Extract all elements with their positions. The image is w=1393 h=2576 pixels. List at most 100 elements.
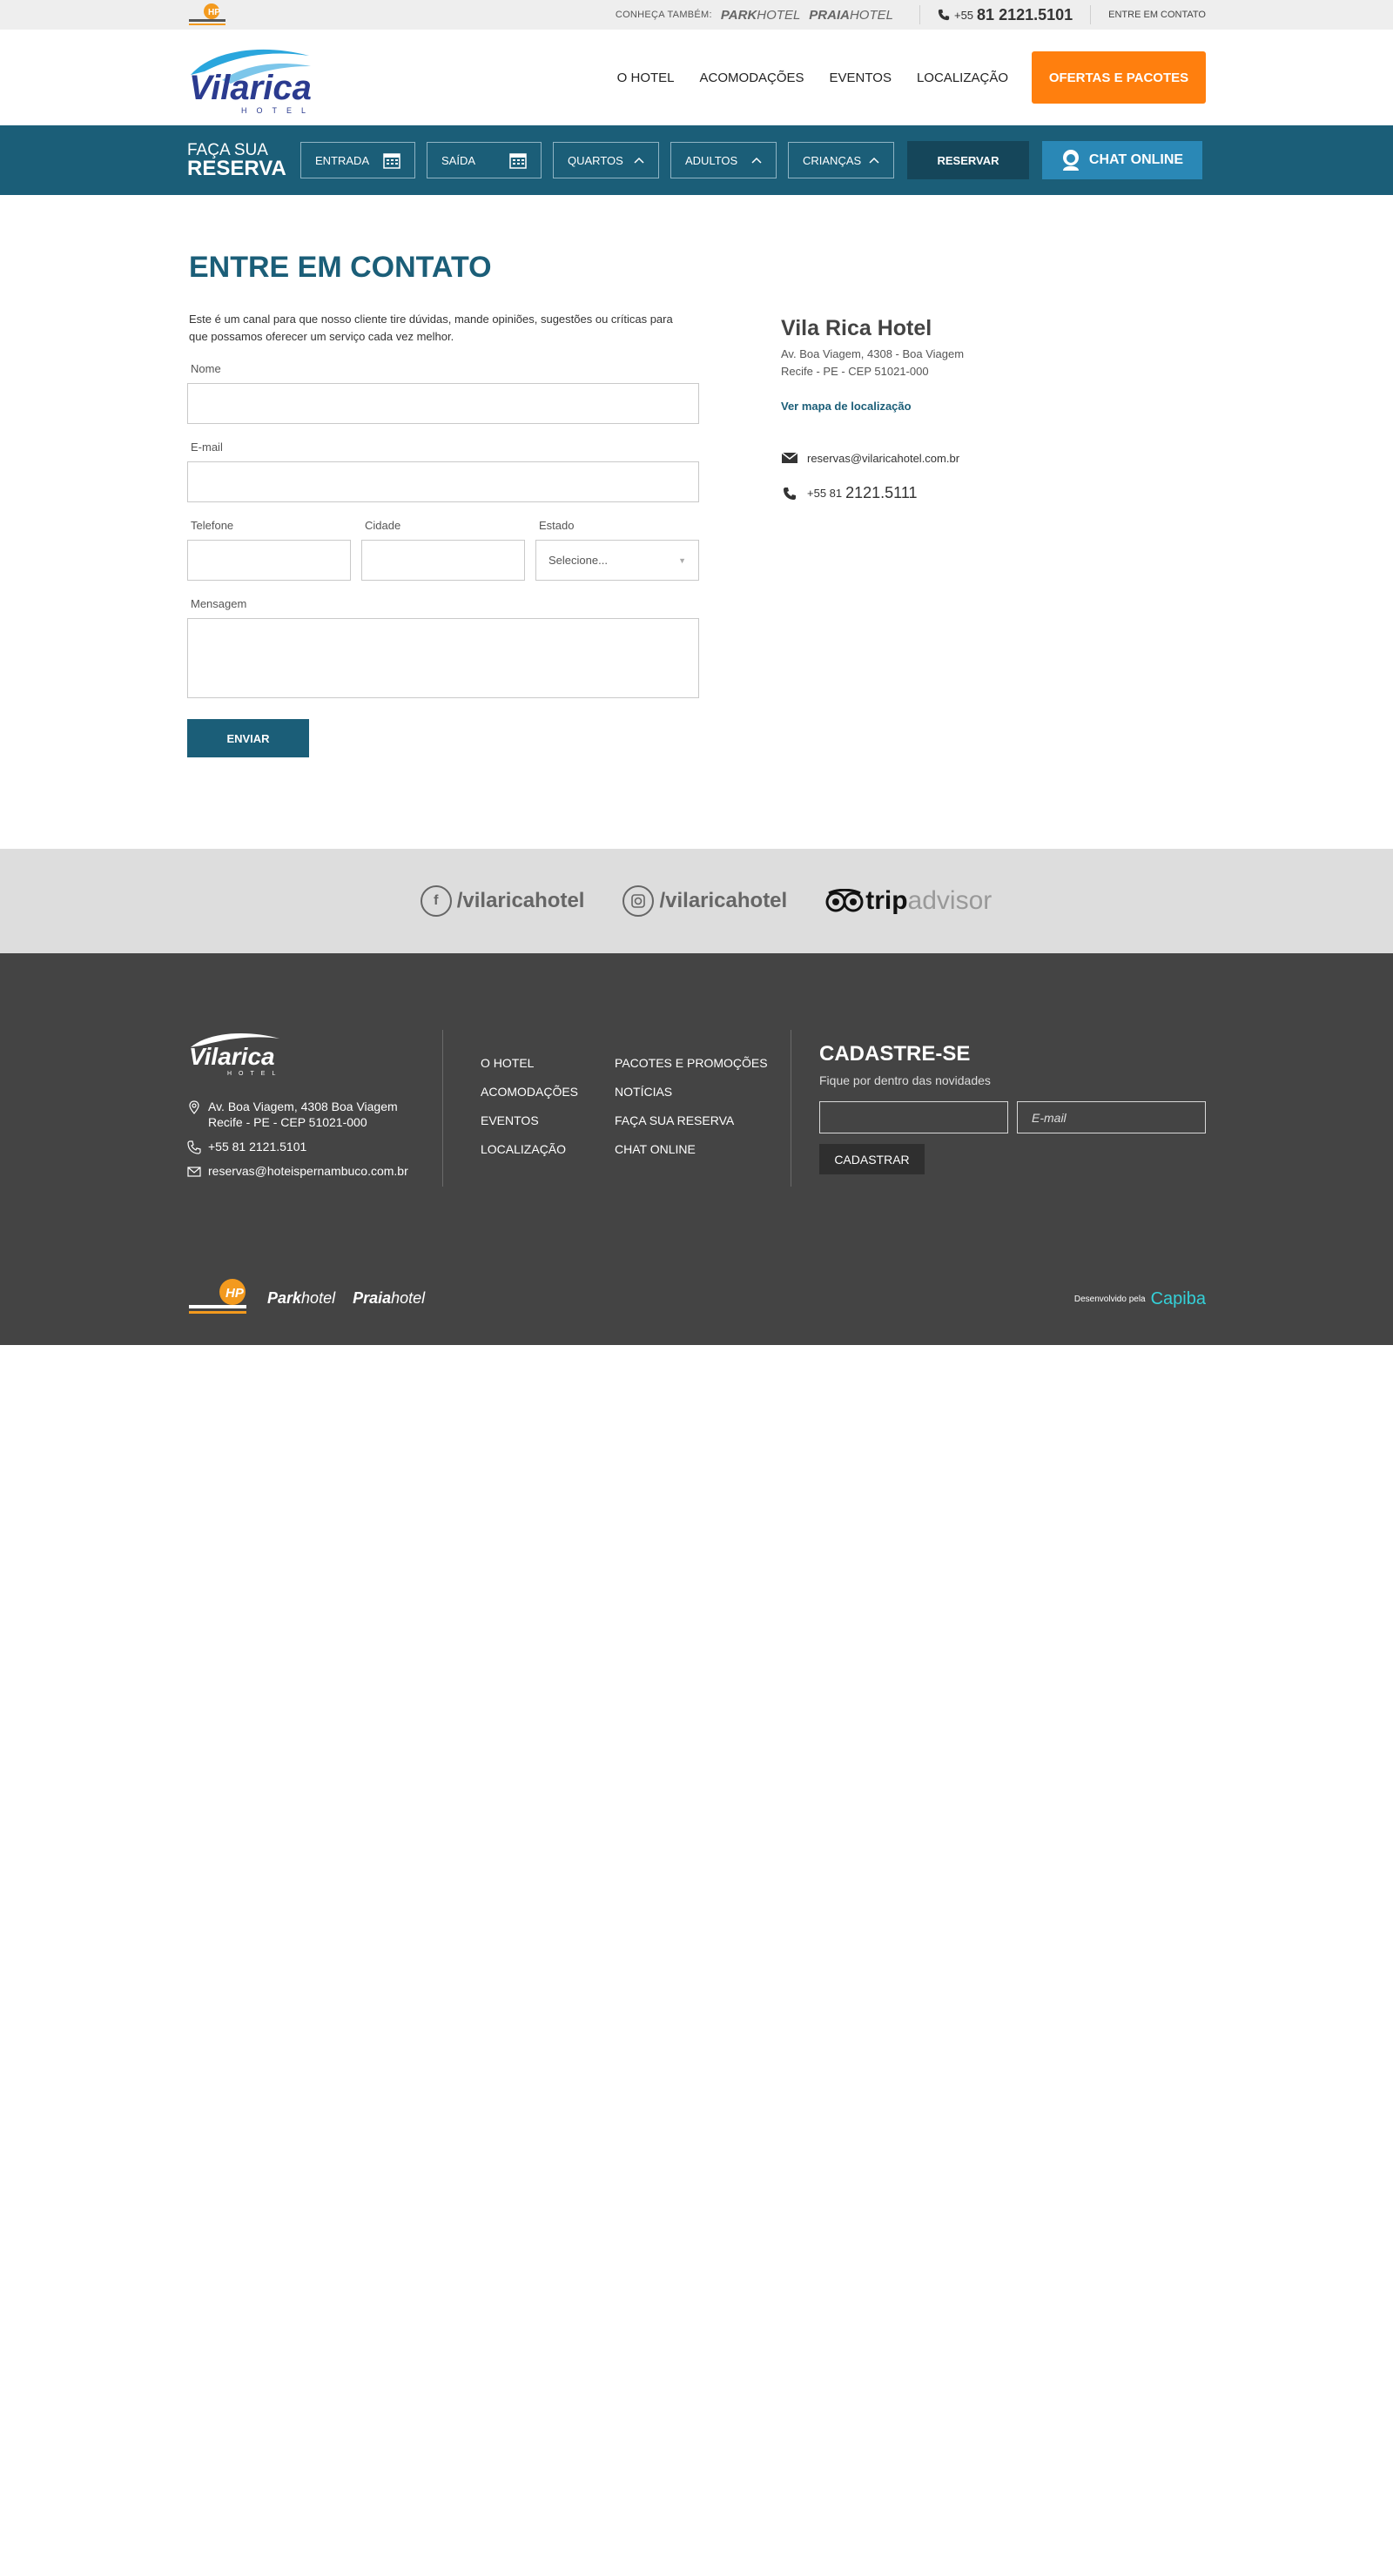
svg-text:HP: HP xyxy=(225,1286,245,1301)
conheca-label: CONHEÇA TAMBÉM: xyxy=(615,10,712,20)
newsletter-subtitle: Fique por dentro das novidades xyxy=(819,1073,991,1087)
hotel-phone-prefix: +55 81 xyxy=(807,487,843,500)
message-field[interactable] xyxy=(187,618,699,698)
footer-link-acomodacoes[interactable]: ACOMODAÇÕES xyxy=(481,1085,578,1113)
reservar-button[interactable]: RESERVAR xyxy=(907,141,1029,179)
message-label: Mensagem xyxy=(191,597,247,610)
vilarica-logo[interactable]: Vilarica HOTEL xyxy=(187,40,313,115)
hotel-address-line2: Recife - PE - CEP 51021-000 xyxy=(781,365,929,378)
footer-link-o-hotel[interactable]: O HOTEL xyxy=(481,1056,578,1085)
phone-label: Telefone xyxy=(191,519,234,532)
footer-praiahotel-logo[interactable]: Praiahotel xyxy=(353,1289,425,1308)
footer-partner-logos: HP Parkhotel Praiahotel xyxy=(187,1277,442,1320)
newsletter-email-field[interactable]: E-mail xyxy=(1017,1101,1206,1133)
chevron-up-icon xyxy=(634,157,644,164)
developer-credit[interactable]: Desenvolvido pela Capiba xyxy=(1074,1289,1206,1309)
chat-online-label: CHAT ONLINE xyxy=(1088,152,1184,167)
footer-parkhotel-logo[interactable]: Parkhotel xyxy=(267,1289,335,1308)
adults-select[interactable]: ADULTOS xyxy=(670,142,777,178)
footer-address: Av. Boa Viagem, 4308 Boa Viagem Recife -… xyxy=(187,1099,408,1130)
footer-link-eventos[interactable]: EVENTOS xyxy=(481,1113,578,1142)
email-label: E-mail xyxy=(191,441,223,454)
email-field[interactable] xyxy=(187,461,699,502)
parkhotel-link[interactable]: Parkhotel xyxy=(721,8,800,23)
footer-phone-text: +55 81 2121.5101 xyxy=(208,1140,307,1153)
nav-eventos[interactable]: EVENTOS xyxy=(830,71,892,85)
state-select[interactable]: Selecione... ▼ xyxy=(535,540,699,581)
newsletter-submit-button[interactable]: CADASTRAR xyxy=(819,1144,925,1174)
chevron-up-icon xyxy=(869,157,879,164)
nav-acomodacoes[interactable]: ACOMODAÇÕES xyxy=(700,71,804,85)
nav-localizacao[interactable]: LOCALIZAÇÃO xyxy=(917,71,1008,85)
developer-name: Capiba xyxy=(1150,1289,1206,1308)
svg-text:HOTEL: HOTEL xyxy=(241,106,313,115)
chat-agent-icon xyxy=(1062,150,1079,171)
footer-divider xyxy=(442,1030,443,1187)
top-phone-number: 81 2121.5101 xyxy=(977,5,1073,24)
instagram-icon xyxy=(622,885,655,917)
site-header: Vilarica HOTEL O HOTEL ACOMODAÇÕES EVENT… xyxy=(0,30,1393,125)
footer-link-pacotes[interactable]: PACOTES E PROMOÇÕES xyxy=(615,1056,768,1085)
tripadvisor-text-2: advisor xyxy=(907,886,993,915)
instagram-link[interactable]: /vilaricahotel xyxy=(622,885,787,917)
top-phone[interactable]: +55 81 2121.5101 xyxy=(938,6,1073,24)
footer-link-reserva[interactable]: FAÇA SUA RESERVA xyxy=(615,1113,768,1142)
map-link[interactable]: Ver mapa de localização xyxy=(781,400,964,413)
children-select[interactable]: CRIANÇAS xyxy=(788,142,894,178)
chat-online-button[interactable]: CHAT ONLINE xyxy=(1042,141,1202,179)
hotel-phone-number: 2121.5111 xyxy=(845,484,918,501)
page-title: ENTRE EM CONTATO xyxy=(189,251,492,284)
newsletter: CADASTRE-SE Fique por dentro das novidad… xyxy=(819,1042,1215,1174)
praiahotel-link[interactable]: Praiahotel xyxy=(809,8,893,23)
praiahotel-thin: hotel xyxy=(849,7,893,23)
parkhotel-thin: hotel xyxy=(757,7,801,23)
main-nav: O HOTEL ACOMODAÇÕES EVENTOS LOCALIZAÇÃO … xyxy=(592,51,1206,104)
svg-text:HOTEL: HOTEL xyxy=(227,1071,282,1077)
name-label: Nome xyxy=(191,362,221,375)
rooms-select[interactable]: QUARTOS xyxy=(553,142,659,178)
booking-title-line2: RESERVA xyxy=(187,156,286,180)
booking-title: FAÇA SUA RESERVA xyxy=(187,142,300,179)
name-field[interactable] xyxy=(187,383,699,424)
footer-link-localizacao[interactable]: LOCALIZAÇÃO xyxy=(481,1142,578,1171)
top-phone-prefix: +55 xyxy=(953,8,974,22)
newsletter-name-field[interactable] xyxy=(819,1101,1008,1133)
phone-field[interactable] xyxy=(187,540,351,581)
svg-text:Vilarica: Vilarica xyxy=(189,69,312,107)
hotel-email[interactable]: reservas@vilaricahotel.com.br xyxy=(781,451,964,465)
tripadvisor-text-1: trip xyxy=(865,886,908,915)
envelope-icon xyxy=(187,1167,201,1177)
top-contact-link[interactable]: ENTRE EM CONTATO xyxy=(1108,10,1206,20)
state-label: Estado xyxy=(539,519,575,532)
footer-menu: O HOTEL ACOMODAÇÕES EVENTOS LOCALIZAÇÃO … xyxy=(481,1056,768,1171)
nav-o-hotel[interactable]: O HOTEL xyxy=(617,71,675,85)
ofertas-pacotes-button[interactable]: OFERTAS E PACOTES xyxy=(1032,51,1206,104)
parkhotel-bold: Park xyxy=(720,7,757,23)
facebook-icon: f xyxy=(420,885,452,917)
footer-hoteis-pernambuco-logo[interactable]: HP xyxy=(187,1277,250,1320)
checkout-label: SAÍDA xyxy=(441,153,476,167)
footer-link-chat[interactable]: CHAT ONLINE xyxy=(615,1142,768,1171)
facebook-link[interactable]: f /vilaricahotel xyxy=(420,885,584,917)
footer-email-text: reservas@hoteispernambuco.com.br xyxy=(208,1164,408,1178)
send-button[interactable]: ENVIAR xyxy=(187,719,309,757)
footer-phone[interactable]: +55 81 2121.5101 xyxy=(187,1139,408,1154)
footer-link-noticias[interactable]: NOTÍCIAS xyxy=(615,1085,768,1113)
city-field[interactable] xyxy=(361,540,525,581)
top-bar: HP CONHEÇA TAMBÉM: Parkhotel Praiahotel … xyxy=(0,0,1393,30)
footer-email[interactable]: reservas@hoteispernambuco.com.br xyxy=(187,1163,408,1179)
svg-text:HP: HP xyxy=(208,8,220,17)
footer-vilarica-logo[interactable]: Vilarica HOTEL xyxy=(187,1028,283,1077)
checkout-field[interactable]: SAÍDA xyxy=(427,142,542,178)
instagram-handle: /vilaricahotel xyxy=(659,889,788,912)
tripadvisor-link[interactable]: trip advisor xyxy=(825,886,992,916)
footer-address-line1: Av. Boa Viagem, 4308 Boa Viagem xyxy=(208,1100,398,1113)
hoteis-pernambuco-logo[interactable]: HP xyxy=(187,2,227,28)
checkin-field[interactable]: ENTRADA xyxy=(300,142,415,178)
tripadvisor-owl-icon xyxy=(825,889,864,912)
hotel-phone[interactable]: +55 81 2121.5111 xyxy=(781,484,964,502)
checkin-label: ENTRADA xyxy=(315,153,370,167)
phone-icon xyxy=(784,487,796,500)
hotel-name: Vila Rica Hotel xyxy=(781,316,932,340)
site-footer: Vilarica HOTEL Av. Boa Viagem, 4308 Boa … xyxy=(0,953,1393,1345)
